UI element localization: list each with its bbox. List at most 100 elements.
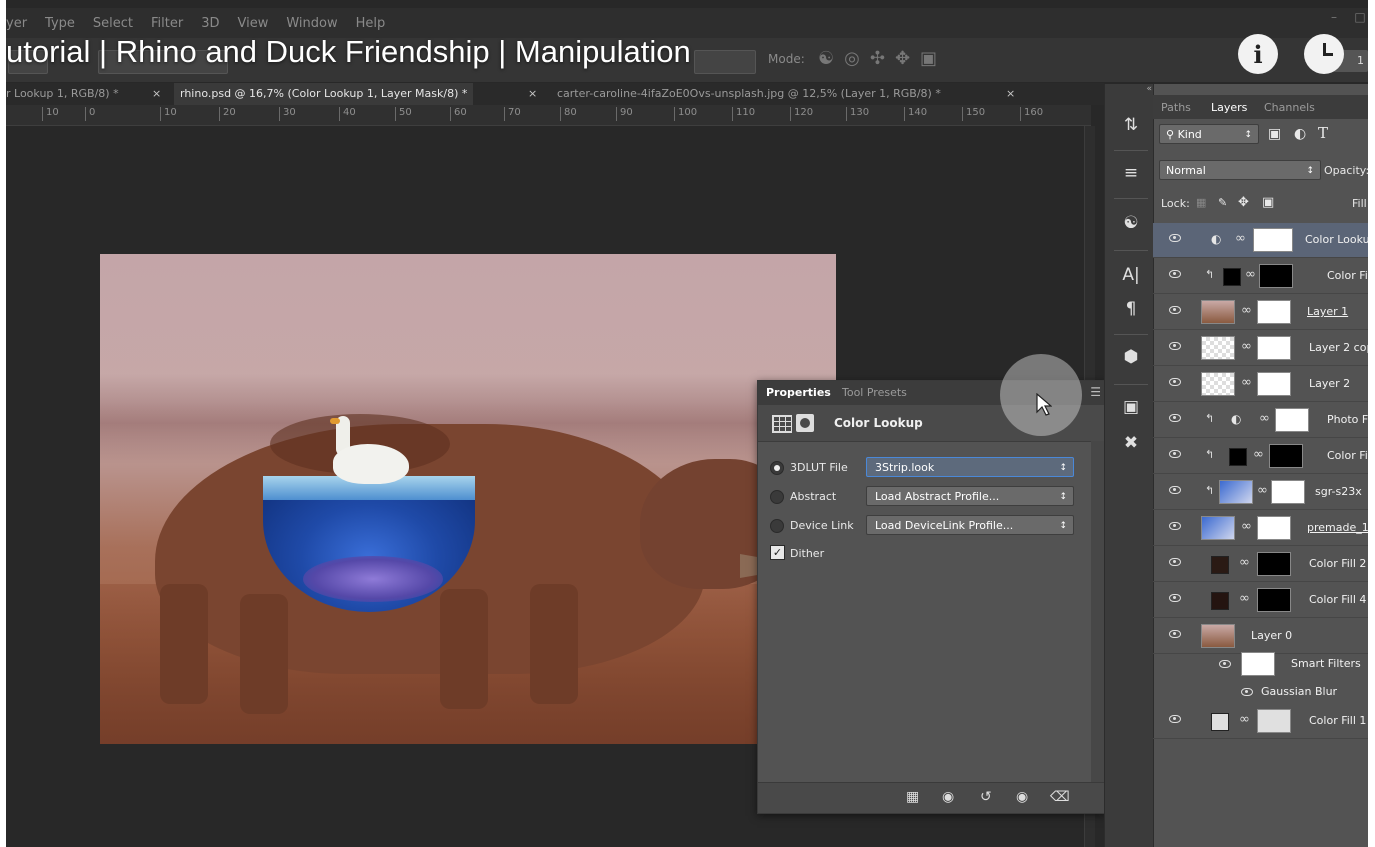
layer-row[interactable]: ◐ ∞ Color Lookup <box>1153 223 1368 258</box>
layer-row[interactable]: Layer 0 <box>1153 619 1368 654</box>
document-tab[interactable]: r Lookup 1, RGB/8) * <box>6 83 119 105</box>
link-icon[interactable]: ∞ <box>1253 447 1264 462</box>
adjustment-filter-icon[interactable]: ◐ <box>1294 126 1306 142</box>
eye-icon[interactable] <box>1169 594 1181 602</box>
camera-3d-icon[interactable]: ▣ <box>920 48 937 69</box>
menu-view[interactable]: View <box>238 16 269 31</box>
layer-name[interactable]: sgr-s23x <box>1315 485 1362 498</box>
3d-icon[interactable]: ⬢ <box>1118 344 1144 370</box>
layer-row[interactable]: ∞ premade_10 <box>1153 511 1368 546</box>
eye-icon[interactable] <box>1219 660 1231 668</box>
panel-menu-icon[interactable]: ☰ <box>1090 385 1101 399</box>
menu-type[interactable]: Type <box>45 16 75 31</box>
layer-row[interactable]: ∞ Color Fill 4 <box>1153 583 1368 618</box>
close-tab-icon[interactable]: × <box>1006 83 1015 105</box>
document-canvas[interactable] <box>100 254 836 744</box>
lock-position-icon[interactable]: ✥ <box>1238 195 1249 210</box>
link-icon[interactable]: ∞ <box>1239 555 1250 570</box>
eye-icon[interactable] <box>1169 414 1181 422</box>
layer-row[interactable]: ↰ ∞ Color Fill <box>1153 439 1368 474</box>
minimize-icon[interactable]: – <box>1326 10 1342 26</box>
slide-3d-icon[interactable]: ✥ <box>895 48 910 69</box>
layer-name[interactable]: Layer 2 <box>1309 377 1350 390</box>
roll-3d-icon[interactable]: ◎ <box>844 48 860 69</box>
layer-row[interactable]: ↰ ∞ Color Fill <box>1153 259 1368 294</box>
layer-name[interactable]: Color Fill 4 <box>1309 593 1366 606</box>
clip-to-layer-icon[interactable]: ▦ <box>906 789 919 805</box>
layer-name[interactable]: Layer 2 copy <box>1309 341 1368 354</box>
eye-icon[interactable] <box>1169 715 1181 723</box>
eye-icon[interactable] <box>1169 342 1181 350</box>
history-icon[interactable]: ⇅ <box>1118 112 1144 138</box>
lut-file-select[interactable]: 3Strip.look ↕ <box>866 457 1074 477</box>
tab-tool-presets[interactable]: Tool Presets <box>842 386 907 399</box>
view-previous-state-icon[interactable]: ◉ <box>942 789 954 805</box>
tab-properties[interactable]: Properties <box>766 386 831 399</box>
layer-name[interactable]: Photo Fil <box>1327 413 1368 426</box>
link-icon[interactable]: ∞ <box>1259 411 1270 426</box>
abstract-radio[interactable] <box>770 490 784 504</box>
properties-icon[interactable]: ▣ <box>1118 394 1144 420</box>
lock-transparent-icon[interactable]: ▦ <box>1196 196 1206 209</box>
paragraph-icon[interactable]: ¶ <box>1118 296 1144 322</box>
menu-select[interactable]: Select <box>93 16 133 31</box>
gaussian-blur-row[interactable]: Gaussian Blur <box>1153 678 1368 706</box>
link-icon[interactable]: ∞ <box>1241 303 1252 318</box>
close-tab-icon[interactable]: × <box>528 83 537 105</box>
properties-scrollbar[interactable] <box>1091 441 1105 783</box>
layer-row[interactable]: ∞ Layer 2 copy <box>1153 331 1368 366</box>
link-icon[interactable]: ∞ <box>1241 519 1252 534</box>
device-link-select[interactable]: Load DeviceLink Profile... ↕ <box>866 515 1074 535</box>
document-tab-active[interactable]: rhino.psd @ 16,7% (Color Lookup 1, Layer… <box>174 83 474 105</box>
video-title[interactable]: utorial | Rhino and Duck Friendship | Ma… <box>6 34 691 70</box>
layer-name[interactable]: premade_10 <box>1307 521 1368 534</box>
eye-icon[interactable] <box>1169 306 1181 314</box>
collapse-icon[interactable]: « <box>1104 84 1152 94</box>
link-icon[interactable]: ∞ <box>1245 267 1256 282</box>
character-icon[interactable]: A| <box>1118 262 1144 288</box>
menu-window[interactable]: Window <box>286 16 337 31</box>
blend-mode-select[interactable]: Normal ↕ <box>1159 160 1321 180</box>
eye-icon[interactable] <box>1169 270 1181 278</box>
drag-3d-icon[interactable]: ✣ <box>870 48 885 69</box>
layer-name[interactable]: Color Fill <box>1327 269 1368 282</box>
trash-icon[interactable]: ⌫ <box>1050 789 1070 805</box>
abstract-select[interactable]: Load Abstract Profile... ↕ <box>866 486 1074 506</box>
visibility-icon[interactable]: ◉ <box>1016 789 1028 805</box>
adjustment-grid-icon[interactable] <box>772 415 792 433</box>
link-icon[interactable]: ∞ <box>1241 339 1252 354</box>
tab-paths[interactable]: Paths <box>1161 101 1191 114</box>
layer-row[interactable]: ∞ Layer 1 <box>1153 295 1368 330</box>
close-tab-icon[interactable]: × <box>152 83 161 105</box>
info-icon[interactable]: i <box>1238 34 1278 74</box>
link-icon[interactable]: ∞ <box>1257 483 1268 498</box>
layer-row[interactable]: ∞ Layer 2 <box>1153 367 1368 402</box>
eye-icon[interactable] <box>1169 378 1181 386</box>
layer-mask-icon[interactable] <box>796 414 814 432</box>
eye-icon[interactable] <box>1169 522 1181 530</box>
link-icon[interactable]: ∞ <box>1241 375 1252 390</box>
menu-layer[interactable]: yer <box>6 16 27 31</box>
smart-filters-row[interactable]: Smart Filters <box>1153 650 1368 678</box>
tab-layers[interactable]: Layers <box>1211 101 1247 114</box>
eye-icon[interactable] <box>1169 450 1181 458</box>
menu-filter[interactable]: Filter <box>151 16 183 31</box>
type-filter-icon[interactable]: T <box>1318 124 1328 142</box>
lut-file-radio[interactable] <box>770 461 784 475</box>
options-segment[interactable] <box>694 50 756 74</box>
device-link-radio[interactable] <box>770 519 784 533</box>
layer-name[interactable]: Color Lookup <box>1305 233 1368 246</box>
eye-icon[interactable] <box>1241 688 1253 696</box>
brush-settings-icon[interactable]: ≡ <box>1118 160 1144 186</box>
layer-row[interactable]: ∞ Color Fill 2 <box>1153 547 1368 582</box>
layer-name[interactable]: Layer 1 <box>1307 305 1348 318</box>
layer-name[interactable]: Color Fill 1 <box>1309 714 1366 727</box>
tab-channels[interactable]: Channels <box>1264 101 1315 114</box>
link-icon[interactable]: ∞ <box>1235 231 1246 246</box>
dither-checkbox[interactable]: ✓ <box>770 545 785 560</box>
link-icon[interactable]: ∞ <box>1239 591 1250 606</box>
layer-row[interactable]: ↰ ∞ sgr-s23x <box>1153 475 1368 510</box>
eye-icon[interactable] <box>1169 234 1181 242</box>
pixel-filter-icon[interactable]: ▣ <box>1268 126 1281 142</box>
link-icon[interactable]: ∞ <box>1239 712 1250 727</box>
